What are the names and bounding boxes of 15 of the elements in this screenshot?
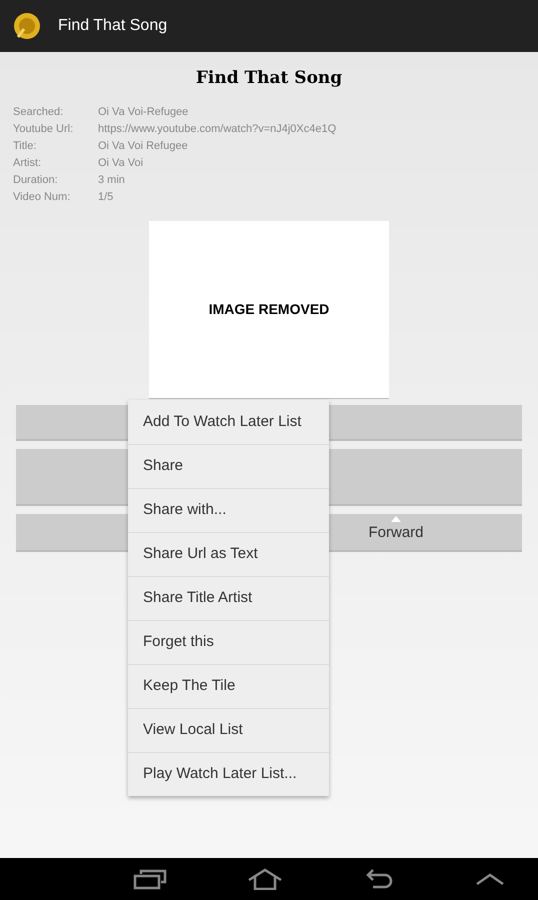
detail-value: https://www.youtube.com/watch?v=nJ4j0Xc4e1Q [98, 122, 336, 136]
detail-label: Searched: [13, 104, 64, 120]
page-heading: Find That Song [196, 67, 342, 90]
app-title: Find That Song [58, 16, 168, 36]
detail-value: Oi Va Voi [98, 156, 144, 170]
detail-value: 3 min [98, 172, 125, 188]
detail-value: Oi Va Voi-Refugee [98, 104, 188, 120]
detail-value: Oi Va Voi Refugee [98, 138, 188, 154]
detail-value: 1/5 [98, 190, 114, 204]
detail-label: Video Num: [13, 190, 72, 204]
detail-label: Duration: [13, 172, 59, 188]
detail-label: Youtube Url: [13, 122, 74, 136]
detail-label: Title: [13, 138, 38, 154]
detail-label: Artist: [13, 156, 42, 170]
image-removed-text: IMAGE REMOVED [208, 300, 330, 318]
